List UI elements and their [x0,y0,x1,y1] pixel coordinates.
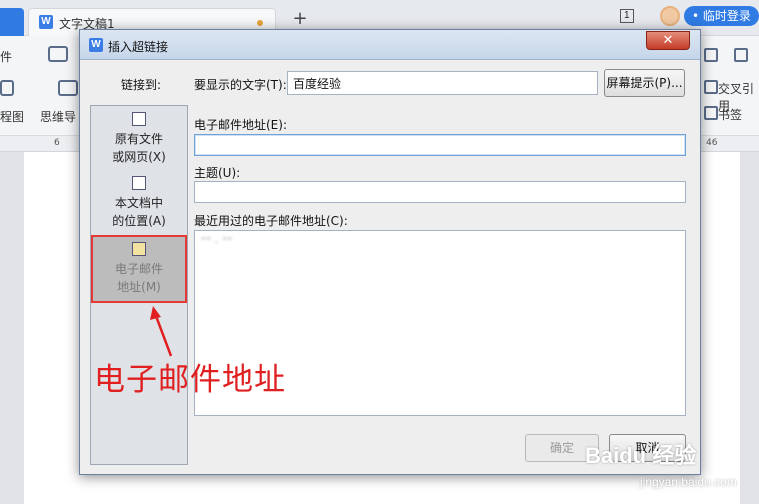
login-button[interactable]: • 临时登录 [684,6,759,26]
bookmark-icon[interactable] [704,106,718,120]
ruler-number: 6 [54,138,60,148]
dialog-title-bar[interactable]: W 插入超链接 ✕ [80,30,700,60]
recent-emails-label: 最近用过的电子邮件地址(C): [194,214,348,228]
unsaved-dot-icon [257,20,263,26]
page-count-badge[interactable]: 1 [620,9,634,23]
wps-writer-icon: W [39,15,53,29]
link-to-label: 链接到: [121,78,162,92]
more-icon[interactable] [734,48,748,62]
email-address-label: 电子邮件地址(E): [194,118,287,132]
mindmap-icon[interactable] [58,80,78,96]
close-button[interactable]: ✕ [646,31,690,50]
sidebar-item-label: 或网页(X) [112,150,166,164]
sidebar-item-existing-file[interactable]: 原有文件 或网页(X) [91,112,187,172]
sidebar-item-label: 电子邮件 [114,262,163,276]
subject-label: 主题(U): [194,166,241,180]
user-add-icon[interactable] [704,48,718,62]
annotation-label: 电子邮件地址 [94,362,286,398]
dialog-title: 插入超链接 [108,40,169,54]
list-item[interactable]: "" - "" [201,235,232,248]
insert-hyperlink-dialog: W 插入超链接 ✕ 链接到: 要显示的文字(T): 屏幕提示(P)... 原有文… [79,29,701,475]
flowchart-icon[interactable] [0,80,14,96]
subject-input[interactable] [194,181,686,203]
sidebar-item-label: 地址(M) [117,280,161,294]
email-address-input[interactable] [194,134,686,156]
toolbar-item-mindmap[interactable]: 思维导 [40,108,76,125]
cross-reference-icon[interactable] [704,80,718,94]
sidebar-item-label: 原有文件 [114,132,163,146]
sidebar-item-this-document[interactable]: 本文档中 的位置(A) [91,176,187,236]
toolbar-item-file[interactable]: 件 [0,48,12,65]
toolbar-item-flowchart[interactable]: 程图 [0,108,24,125]
sidebar-item-label: 的位置(A) [112,214,166,228]
email-icon [132,242,146,256]
document-place-icon [132,176,146,190]
home-tab[interactable] [0,8,24,36]
ruler-number: 46 [706,138,718,148]
avatar[interactable] [660,6,680,26]
document-margin-left [0,152,24,504]
new-tab-button[interactable]: + [290,8,310,30]
save-icon[interactable] [48,46,68,62]
sidebar-item-label: 本文档中 [114,196,163,210]
sidebar-item-email-address[interactable]: 电子邮件 地址(M) [91,235,187,303]
watermark-brand: Baidu 经验 [585,443,697,468]
display-text-label: 要显示的文字(T): [194,78,287,92]
screen-tip-button[interactable]: 屏幕提示(P)... [604,69,685,97]
watermark-url: jingyan.baidu.com [640,475,737,489]
document-margin-right [740,152,759,504]
web-page-icon [132,112,146,126]
toolbar-item-bookmark[interactable]: 书签 [718,106,742,123]
link-type-panel: 原有文件 或网页(X) 本文档中 的位置(A) 电子邮件 地址(M) [90,105,188,465]
wps-writer-icon: W [89,38,103,52]
display-text-input[interactable] [287,71,598,95]
